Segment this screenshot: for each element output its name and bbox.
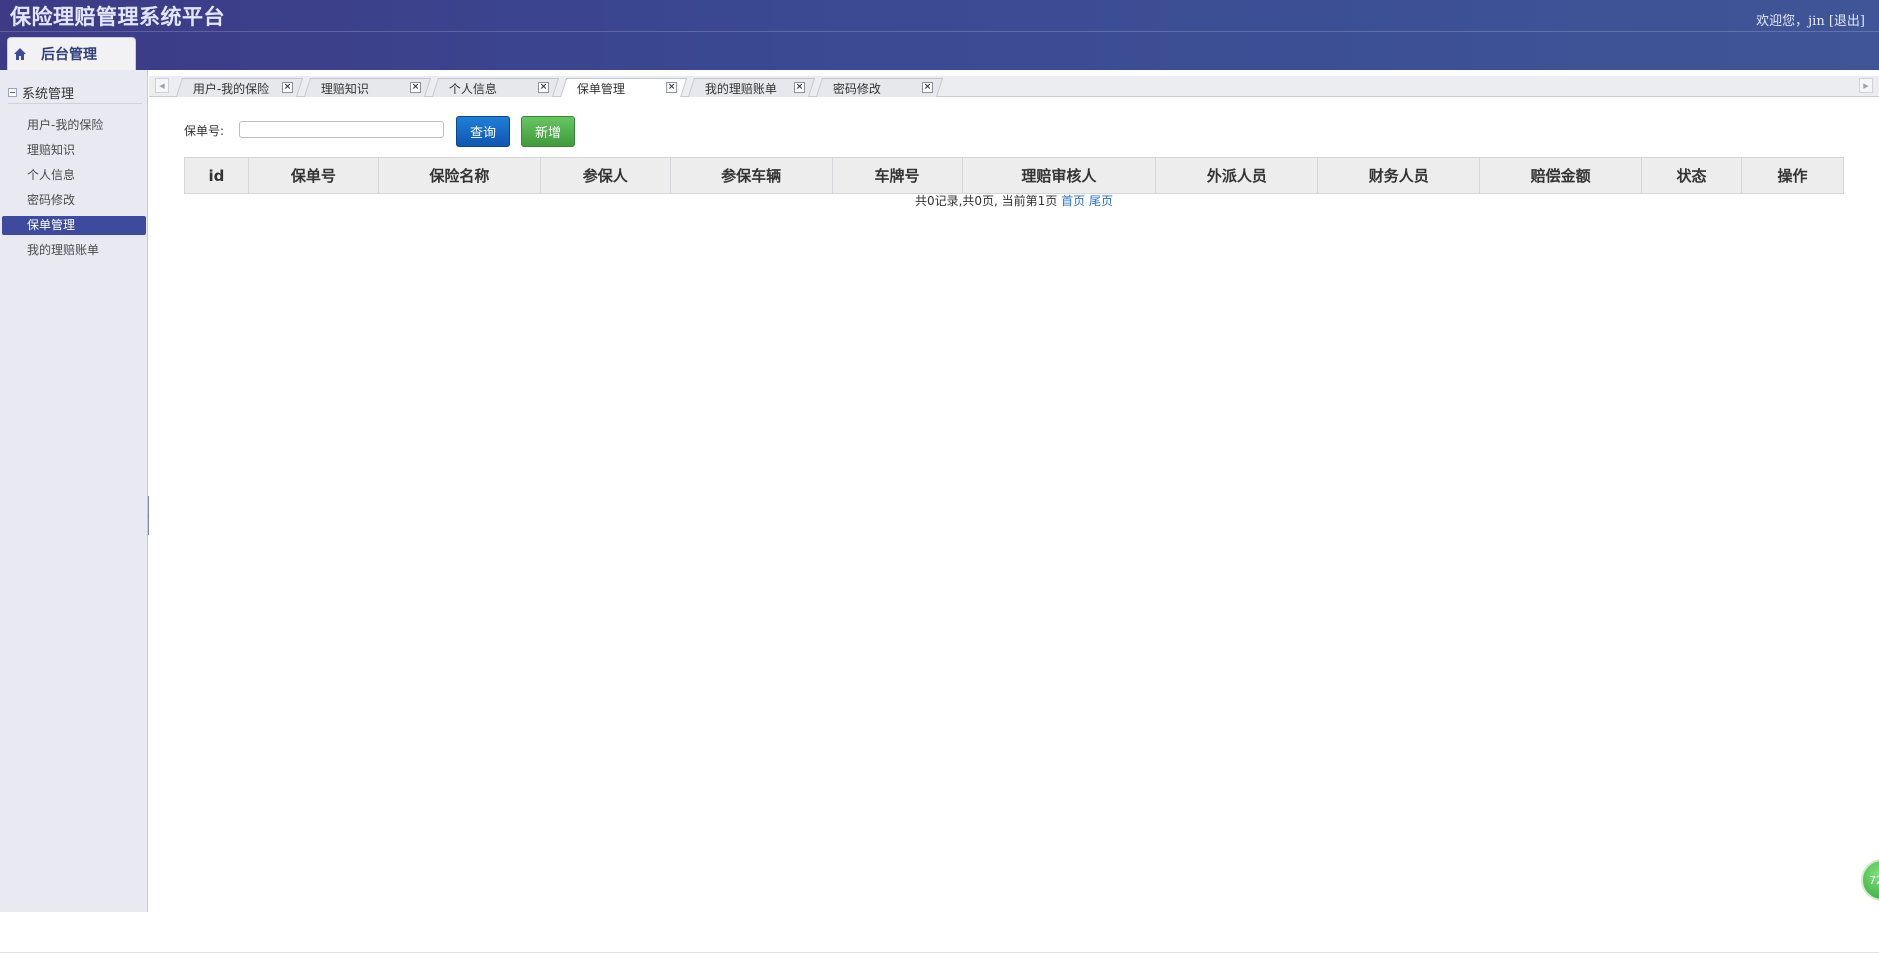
- sidebar-item-password-change[interactable]: 密码修改: [2, 191, 146, 210]
- column-header: 财务人员: [1317, 157, 1481, 194]
- header-divider: [0, 31, 1879, 32]
- sidebar-item-claim-knowledge[interactable]: 理赔知识: [2, 141, 146, 160]
- badge-text: 72: [1869, 873, 1879, 887]
- welcome-text: 欢迎您，: [1756, 14, 1809, 29]
- tab-scroll-left-button[interactable]: ◀: [155, 78, 169, 93]
- last-page-link[interactable]: 尾页: [1089, 194, 1113, 208]
- policy-number-input[interactable]: [239, 121, 444, 138]
- sidebar: 系统管理 用户-我的保险 理赔知识 个人信息 密码修改 保单管理 我的理赔账单: [0, 70, 148, 912]
- close-icon[interactable]: ×: [538, 82, 549, 93]
- main-tab-label: 后台管理: [41, 47, 97, 63]
- tab-label: 保单管理: [576, 82, 625, 96]
- tab-label: 我的理赔账单: [704, 81, 777, 96]
- close-icon[interactable]: ×: [666, 82, 678, 93]
- arrow-right-icon: ▶: [1863, 81, 1869, 90]
- home-icon: [14, 48, 26, 60]
- sidebar-group-system[interactable]: 系统管理: [8, 83, 74, 102]
- column-header: 车牌号: [831, 157, 963, 194]
- pagination-summary: 共0记录,共0页, 当前第1页: [914, 194, 1058, 208]
- app-header: 保险理赔管理系统平台 欢迎您，jin [退出] 后台管理: [0, 0, 1879, 70]
- sidebar-item-personal-info[interactable]: 个人信息: [2, 166, 146, 185]
- tab-my-claim-bills[interactable]: 我的理赔账单 ×: [687, 78, 816, 97]
- sidebar-item-my-claim-bills[interactable]: 我的理赔账单: [2, 241, 146, 260]
- logout-link[interactable]: [退出]: [1829, 10, 1865, 29]
- sidebar-menu: 用户-我的保险 理赔知识 个人信息 密码修改 保单管理 我的理赔账单: [2, 116, 146, 266]
- policy-number-label: 保单号:: [184, 124, 225, 138]
- tab-strip: ◀ 用户-我的保险 × 理赔知识 × 个人信息 × 保单管理 × 我的理赔账单 …: [149, 76, 1879, 98]
- main-tab-backend[interactable]: 后台管理: [7, 37, 136, 70]
- tab-scroll-right-button[interactable]: ▶: [1859, 78, 1873, 93]
- column-header: 外派人员: [1155, 157, 1319, 194]
- tab-my-insurance[interactable]: 用户-我的保险 ×: [175, 78, 304, 97]
- close-icon[interactable]: ×: [282, 82, 293, 93]
- column-header: 理赔审核人: [961, 157, 1157, 194]
- tab-personal-info[interactable]: 个人信息 ×: [431, 78, 560, 97]
- tab-label: 理赔知识: [320, 81, 369, 96]
- close-icon[interactable]: ×: [922, 82, 933, 93]
- tab-password-change[interactable]: 密码修改 ×: [815, 78, 944, 97]
- tab-claim-knowledge[interactable]: 理赔知识 ×: [303, 78, 432, 97]
- tab-policy-management[interactable]: 保单管理 ×: [559, 78, 688, 98]
- query-button[interactable]: 查询: [456, 116, 510, 147]
- close-icon[interactable]: ×: [794, 82, 805, 93]
- column-header: 参保人: [539, 157, 671, 194]
- add-button[interactable]: 新增: [521, 116, 575, 147]
- welcome-area: 欢迎您，jin [退出]: [1756, 10, 1865, 29]
- column-header: 赔偿金额: [1479, 157, 1643, 194]
- app-title: 保险理赔管理系统平台: [10, 5, 225, 29]
- tab-label: 个人信息: [448, 81, 497, 96]
- pagination: 共0记录,共0页, 当前第1页 首页 尾页: [184, 192, 1844, 209]
- table-header-row: id 保单号 保险名称 参保人 参保车辆 车牌号 理赔审核人 外派人员 财务人员…: [184, 157, 1845, 194]
- policy-table: id 保单号 保险名称 参保人 参保车辆 车牌号 理赔审核人 外派人员 财务人员…: [184, 157, 1845, 194]
- sidebar-divider: [8, 103, 142, 104]
- sidebar-item-policy-management[interactable]: 保单管理: [2, 216, 146, 235]
- content-panel: 保单号: 查询 新增 id 保单号 保险名称 参保人 参保车辆 车牌号 理赔审核…: [149, 97, 1879, 912]
- collapse-minus-icon[interactable]: [8, 88, 17, 97]
- column-header: 操作: [1740, 157, 1845, 194]
- column-header: 保险名称: [377, 157, 541, 194]
- column-header: 保单号: [247, 157, 379, 194]
- username: jin: [1808, 14, 1825, 29]
- first-page-link[interactable]: 首页: [1061, 194, 1085, 208]
- close-icon[interactable]: ×: [410, 82, 421, 93]
- column-header: 状态: [1641, 157, 1742, 194]
- column-header: 参保车辆: [669, 157, 833, 194]
- sidebar-item-my-insurance[interactable]: 用户-我的保险: [2, 116, 146, 135]
- arrow-left-icon: ◀: [159, 81, 165, 90]
- tab-label: 密码修改: [832, 81, 881, 96]
- column-header: id: [184, 157, 249, 194]
- sidebar-group-title: 系统管理: [22, 87, 75, 102]
- tab-label: 用户-我的保险: [192, 81, 270, 96]
